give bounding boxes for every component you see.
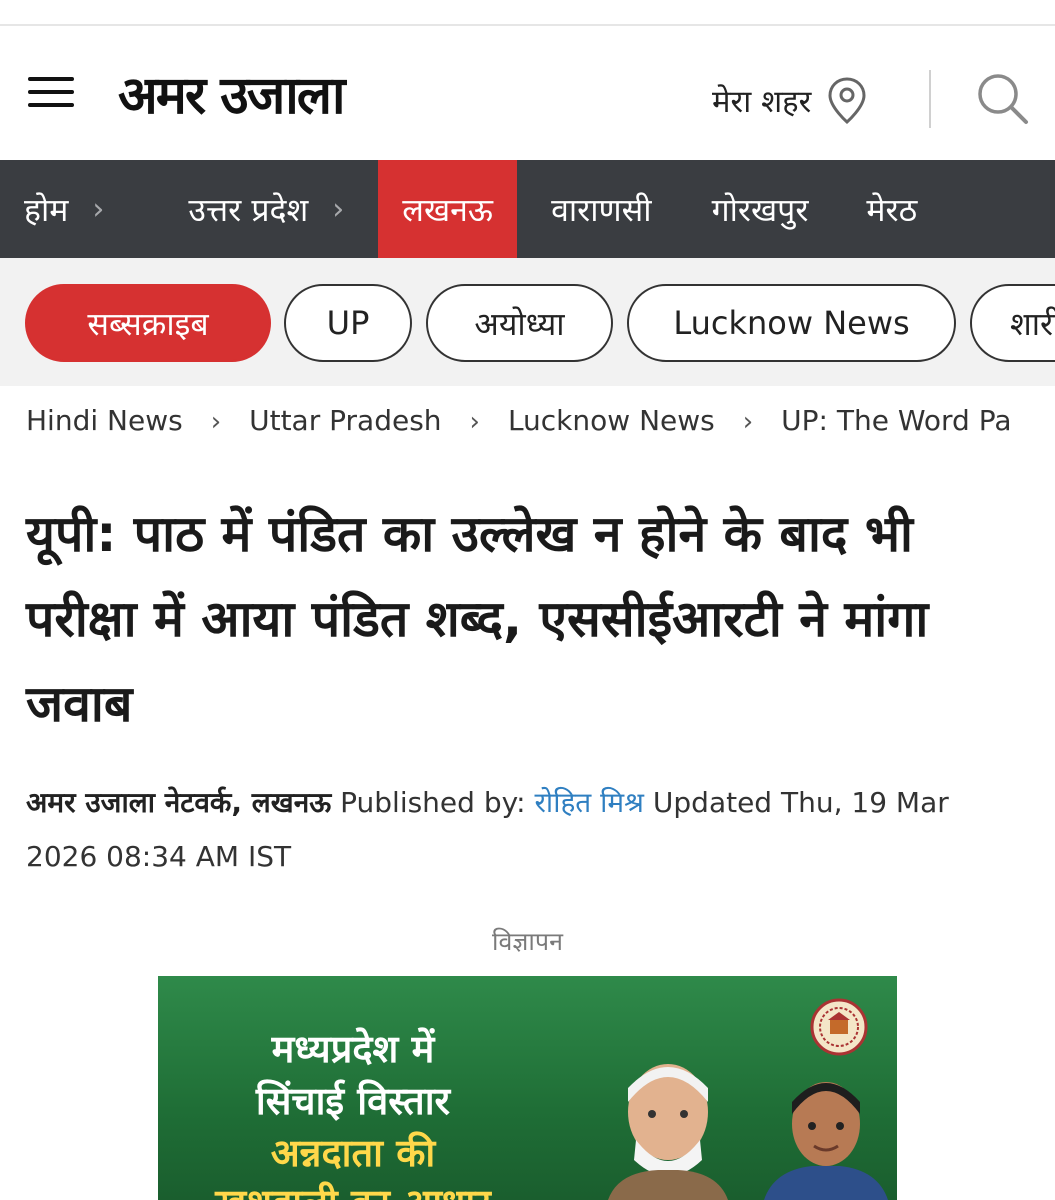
- topic-pill-bar: सब्सक्राइब UP अयोध्या Lucknow News शारी: [0, 258, 1055, 386]
- my-city-label: मेरा शहर: [712, 84, 812, 120]
- topic-pill-lucknow-news[interactable]: Lucknow News: [627, 284, 956, 362]
- header-divider: [929, 70, 931, 128]
- ad-text-line: अन्नदाता की: [270, 1131, 436, 1175]
- article-headline: यूपी: पाठ में पंडित का उल्लेख न होने के …: [26, 505, 929, 733]
- person-photo-left: [608, 1064, 728, 1200]
- breadcrumb-current: UP: The Word Pa: [781, 404, 1012, 437]
- nav-item-gorakhpur[interactable]: गोरखपुर: [674, 160, 831, 258]
- nav-item-uttar-pradesh[interactable]: उत्तर प्रदेश ›: [126, 160, 366, 258]
- nav-item-label: लखनऊ: [402, 190, 494, 229]
- chevron-right-icon: ›: [92, 191, 105, 227]
- search-icon[interactable]: [974, 70, 1030, 126]
- topic-pill-ayodhya[interactable]: अयोध्या: [426, 284, 613, 362]
- nav-item-label: वाराणसी: [551, 190, 652, 229]
- subscribe-button[interactable]: सब्सक्राइब: [25, 284, 271, 362]
- ad-label: विज्ञापन: [492, 927, 563, 956]
- ad-text-line: मध्यप्रदेश में: [271, 1027, 435, 1071]
- breadcrumb-item[interactable]: Hindi News: [26, 404, 183, 437]
- government-emblem-icon: [810, 998, 868, 1056]
- breadcrumb-item[interactable]: Lucknow News: [508, 404, 715, 437]
- location-pin-icon: [828, 77, 866, 125]
- nav-item-varanasi[interactable]: वाराणसी: [517, 160, 674, 258]
- person-photo-right: [764, 1082, 888, 1200]
- topic-pill-next[interactable]: शारी: [970, 284, 1055, 362]
- nav-item-label: होम: [24, 190, 69, 229]
- advertisement-banner[interactable]: मध्यप्रदेश में सिंचाई विस्तार अन्नदाता क…: [158, 976, 897, 1200]
- nav-item-label: उत्तर प्रदेश: [188, 190, 309, 229]
- breadcrumb-separator: ›: [210, 407, 222, 437]
- ad-text-line: सिंचाई विस्तार: [255, 1079, 451, 1123]
- menu-icon[interactable]: [28, 75, 76, 109]
- my-city-button[interactable]: मेरा शहर: [712, 76, 869, 126]
- site-logo[interactable]: अमर उजाला: [118, 58, 345, 129]
- chevron-right-icon: ›: [332, 191, 345, 227]
- nav-item-lucknow[interactable]: लखनऊ: [378, 160, 518, 258]
- byline-published-prefix: Published by:: [340, 786, 526, 819]
- breadcrumb-separator: ›: [469, 407, 480, 437]
- site-header: अमर उजाला मेरा शहर: [0, 26, 1055, 160]
- ad-text-line: खुशहाली का आधार: [158, 1176, 548, 1200]
- topic-pill-up[interactable]: UP: [284, 284, 412, 362]
- nav-item-home[interactable]: होम ›: [0, 160, 126, 258]
- breadcrumb: Hindi News › Uttar Pradesh › Lucknow News › UP…: [26, 404, 1030, 448]
- section-nav: होम › उत्तर प्रदेश › लखनऊ वाराणसी गोरखपु…: [0, 160, 1055, 258]
- nav-item-label: मेरठ: [866, 190, 918, 229]
- nav-item-label: गोरखपुर: [711, 190, 809, 229]
- breadcrumb-separator: ›: [742, 407, 754, 437]
- article-byline: अमर उजाला नेटवर्क, लखनऊ Published by: रो…: [26, 776, 1026, 884]
- breadcrumb-item[interactable]: Uttar Pradesh: [249, 404, 441, 437]
- byline-network: अमर उजाला नेटवर्क, लखनऊ: [26, 786, 332, 819]
- nav-item-meerut[interactable]: मेरठ: [830, 160, 939, 258]
- byline-author-link[interactable]: रोहित मिश्र: [534, 786, 644, 819]
